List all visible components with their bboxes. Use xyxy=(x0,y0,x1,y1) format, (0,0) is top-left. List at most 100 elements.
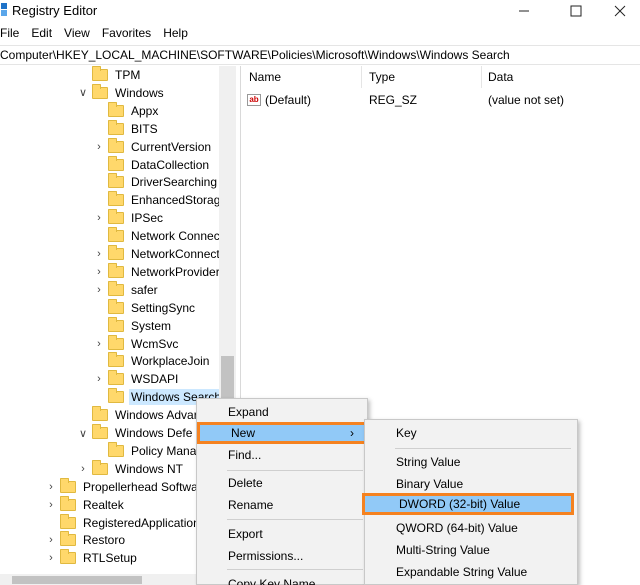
menu-item-label: Delete xyxy=(228,476,263,490)
submenu-item-dword-value[interactable]: DWORD (32-bit) Value xyxy=(362,493,574,515)
chevron-right-icon[interactable]: › xyxy=(78,463,88,475)
chevron-right-icon[interactable]: › xyxy=(94,248,104,260)
tree-item[interactable]: › WcmSvc xyxy=(97,334,180,353)
context-menu: Expand New › Find... Delete Rename Expor… xyxy=(196,398,368,585)
submenu-item-string-value[interactable]: String Value xyxy=(365,451,577,473)
folder-icon xyxy=(108,370,124,386)
menu-item-expand[interactable]: Expand xyxy=(197,401,367,423)
menu-item-find[interactable]: Find... xyxy=(197,444,367,466)
folder-icon xyxy=(108,280,124,296)
chevron-right-icon[interactable]: › xyxy=(94,338,104,350)
tree-item[interactable]: Policy Mana xyxy=(108,441,198,460)
tree-item[interactable]: Appx xyxy=(108,101,160,120)
submenu-item-key[interactable]: Key xyxy=(365,422,577,444)
submenu-item-label: DWORD (32-bit) Value xyxy=(399,497,521,511)
tree-item-label: WcmSvc xyxy=(131,336,179,351)
address-bar[interactable]: Computer\HKEY_LOCAL_MACHINE\SOFTWARE\Pol… xyxy=(0,45,640,65)
menu-item-label: Rename xyxy=(228,498,274,512)
chevron-right-icon[interactable]: › xyxy=(94,373,104,385)
folder-icon xyxy=(60,477,76,493)
submenu-item-label: Key xyxy=(396,426,417,440)
menu-item-label: Export xyxy=(228,527,263,541)
folder-icon xyxy=(92,459,108,475)
tree-item-label: DataCollection xyxy=(131,157,210,172)
menu-view[interactable]: View xyxy=(58,24,96,44)
tree-item[interactable]: DriverSearching xyxy=(108,173,219,191)
minimize-icon[interactable] xyxy=(504,0,544,22)
folder-icon xyxy=(60,495,76,511)
menu-item-rename[interactable]: Rename xyxy=(197,494,367,516)
tree-item-label: SettingSync xyxy=(131,300,196,315)
tree-item[interactable]: › WSDAPI xyxy=(97,370,180,388)
chevron-right-icon[interactable]: › xyxy=(94,212,104,224)
tree-hscroll-thumb[interactable] xyxy=(12,576,142,584)
folder-icon xyxy=(108,388,124,404)
tree-item[interactable]: › CurrentVersion xyxy=(97,137,213,156)
column-divider[interactable] xyxy=(361,66,362,88)
column-header-data[interactable]: Data xyxy=(488,70,513,84)
menu-item-new[interactable]: New › xyxy=(197,422,367,444)
tree-item-label: RegisteredApplication xyxy=(83,515,200,530)
chevron-right-icon[interactable]: › xyxy=(46,481,56,493)
tree-item[interactable]: › NetworkConnect xyxy=(97,245,222,263)
tree-item[interactable]: Network Connect xyxy=(108,227,225,245)
menu-item-delete[interactable]: Delete xyxy=(197,472,367,494)
folder-icon xyxy=(108,334,124,350)
tree-item[interactable]: DataCollection xyxy=(108,155,211,174)
menu-edit[interactable]: Edit xyxy=(25,24,58,44)
chevron-right-icon[interactable]: › xyxy=(46,552,56,564)
tree-item[interactable]: System xyxy=(108,316,173,335)
menu-separator xyxy=(227,569,363,570)
value-row[interactable]: ab (Default) xyxy=(247,92,311,108)
chevron-right-icon[interactable]: › xyxy=(46,534,56,546)
tree-item[interactable]: › Realtek xyxy=(49,495,126,514)
menu-separator xyxy=(227,470,363,471)
tree-item[interactable]: RegisteredApplication xyxy=(60,513,202,532)
chevron-down-icon[interactable]: ∨ xyxy=(78,427,88,440)
tree-item[interactable]: SettingSync xyxy=(108,298,197,317)
menu-item-label: Copy Key Name xyxy=(228,577,316,585)
chevron-right-icon[interactable]: › xyxy=(94,266,104,278)
submenu-item-qword-value[interactable]: QWORD (64-bit) Value xyxy=(365,517,577,539)
menu-help[interactable]: Help xyxy=(157,24,194,44)
tree-item[interactable]: TPM xyxy=(92,66,142,84)
submenu-item-label: String Value xyxy=(396,455,461,469)
tree-item[interactable]: › NetworkProvider xyxy=(97,262,222,281)
chevron-right-icon[interactable]: › xyxy=(46,499,56,511)
menu-favorites[interactable]: Favorites xyxy=(96,24,157,44)
tree-item[interactable]: ∨ Windows Defe xyxy=(79,424,194,442)
tree-item[interactable]: Windows Advar xyxy=(92,406,200,424)
column-header-name[interactable]: Name xyxy=(249,70,281,84)
tree-item[interactable]: › Windows NT xyxy=(81,459,185,478)
value-name: (Default) xyxy=(265,93,312,107)
tree-item[interactable]: › safer xyxy=(97,280,160,299)
tree-item[interactable]: WorkplaceJoin xyxy=(108,352,211,370)
tree-item[interactable]: › Restoro xyxy=(49,531,127,549)
submenu-item-binary-value[interactable]: Binary Value xyxy=(365,473,577,495)
tree-item-label: IPSec xyxy=(131,211,164,226)
folder-icon xyxy=(108,262,124,278)
tree-item[interactable]: › RTLSetup xyxy=(49,549,139,567)
chevron-right-icon[interactable]: › xyxy=(94,284,104,296)
submenu-item-expandable-string-value[interactable]: Expandable String Value xyxy=(365,561,577,583)
close-icon[interactable] xyxy=(600,0,640,22)
column-header-type[interactable]: Type xyxy=(369,70,395,84)
maximize-icon[interactable] xyxy=(556,0,596,22)
chevron-right-icon[interactable]: › xyxy=(94,141,104,153)
menu-item-permissions[interactable]: Permissions... xyxy=(197,545,367,567)
menu-item-label: Permissions... xyxy=(228,549,304,563)
tree-item[interactable]: ∨ Windows xyxy=(79,83,166,102)
tree-item[interactable]: EnhancedStorage xyxy=(108,191,229,209)
submenu-item-multi-string-value[interactable]: Multi-String Value xyxy=(365,539,577,561)
menu-item-copy-key-name[interactable]: Copy Key Name xyxy=(197,573,367,585)
folder-icon xyxy=(108,119,124,135)
tree-item[interactable]: BITS xyxy=(108,119,160,138)
column-divider[interactable] xyxy=(481,66,482,88)
tree-item[interactable]: › IPSec xyxy=(97,209,165,227)
submenu-item-label: QWORD (64-bit) Value xyxy=(396,521,518,535)
chevron-down-icon[interactable]: ∨ xyxy=(78,86,88,99)
folder-icon xyxy=(108,298,124,314)
menu-file[interactable]: File xyxy=(0,24,25,44)
menu-item-export[interactable]: Export xyxy=(197,523,367,545)
tree-item[interactable]: › Propellerhead Softwa xyxy=(49,477,200,496)
